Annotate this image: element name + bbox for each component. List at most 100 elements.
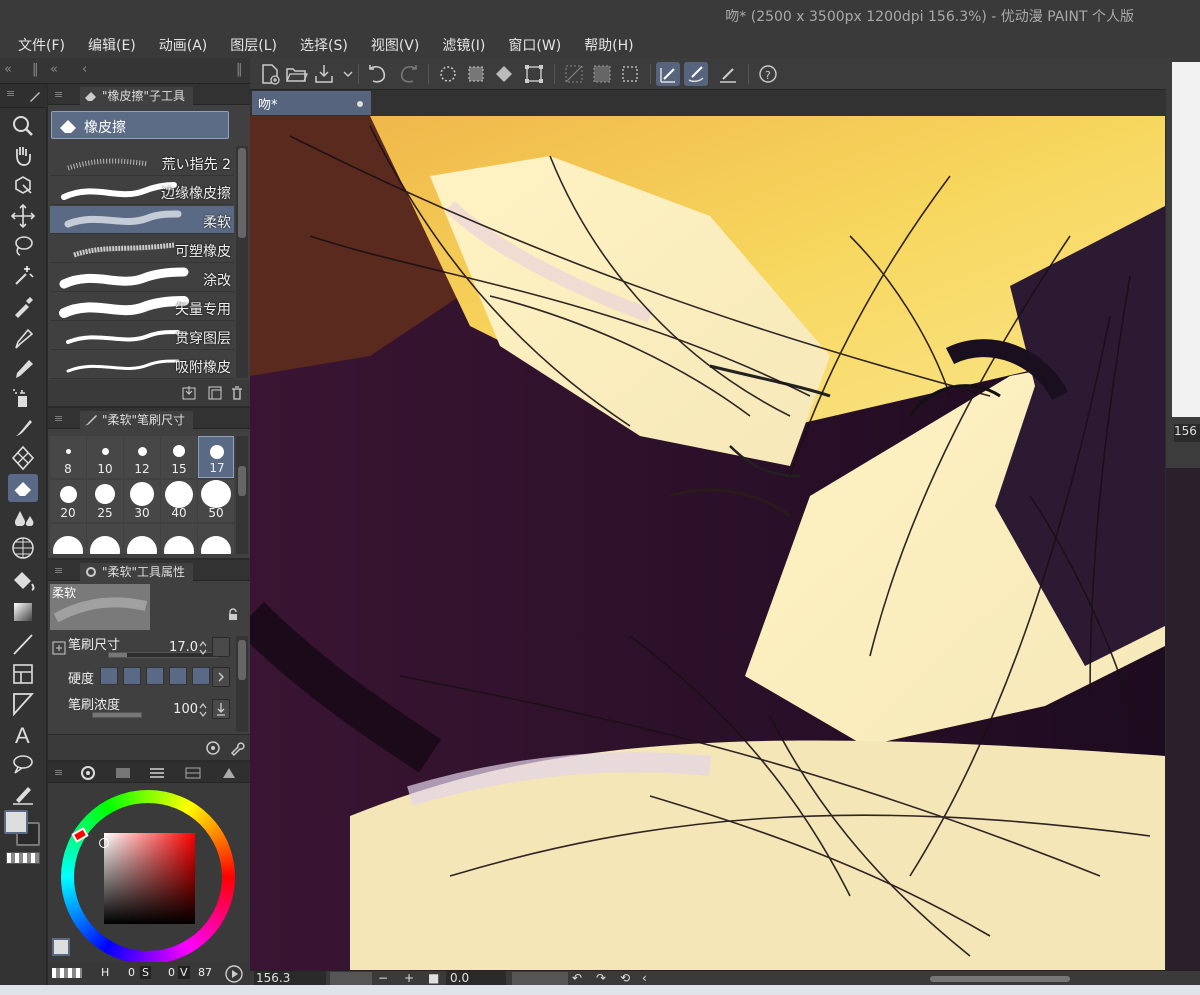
color-slider-tab-icon[interactable] xyxy=(148,765,166,781)
chevron-left-icon[interactable]: ‹ xyxy=(82,62,87,77)
brush-size-40[interactable]: 40 xyxy=(161,480,197,522)
rotation-value[interactable]: 0.0 xyxy=(446,971,506,985)
chevron-left-icon[interactable]: ‹ xyxy=(642,971,647,985)
subtool-item-erase-all-layers[interactable]: 贯穿图层 xyxy=(50,322,234,350)
expand-icon[interactable] xyxy=(52,641,66,655)
fill-tool-icon[interactable] xyxy=(8,568,38,596)
collapse-left-icon[interactable]: « xyxy=(4,62,12,77)
zoom-tool-icon[interactable] xyxy=(8,112,38,140)
color-picker-cursor[interactable] xyxy=(99,838,109,848)
open-folder-icon[interactable] xyxy=(284,62,308,86)
settings-icon[interactable] xyxy=(204,739,222,757)
redo-icon[interactable] xyxy=(396,62,420,86)
reset-rotation-icon[interactable]: ⟲ xyxy=(620,971,630,985)
brush-size-15[interactable]: 15 xyxy=(161,436,197,478)
tool-property-scrollbar[interactable] xyxy=(236,636,248,732)
text-tool-icon[interactable]: A xyxy=(8,720,38,748)
main-color-swatch[interactable] xyxy=(4,810,28,834)
zoom-out-icon[interactable]: − xyxy=(378,971,388,985)
pencil-tool-icon[interactable] xyxy=(8,354,38,382)
undo-icon[interactable] xyxy=(366,62,390,86)
rotate-left-icon[interactable]: ↶ xyxy=(572,971,582,985)
close-icon[interactable] xyxy=(357,101,363,107)
copy-subtool-icon[interactable] xyxy=(180,384,198,402)
spinner-icon[interactable] xyxy=(198,701,208,719)
move-tool-icon[interactable] xyxy=(8,202,38,230)
deselect-icon[interactable] xyxy=(562,62,586,86)
brush-tool-icon[interactable] xyxy=(8,414,38,442)
canvas[interactable] xyxy=(250,116,1165,970)
subtool-item-rough[interactable]: 涂改 xyxy=(50,264,234,292)
spinner-icon[interactable] xyxy=(198,639,208,657)
subtool-item-vector-eraser[interactable]: 矢量专用 xyxy=(50,293,234,321)
brush-size-30[interactable]: 30 xyxy=(124,480,160,522)
brush-size-25[interactable]: 25 xyxy=(87,480,123,522)
navigator-zoom[interactable]: 156 xyxy=(1174,424,1200,442)
menu-file[interactable]: 文件(F) xyxy=(14,30,77,58)
zoom-value[interactable]: 156.3 xyxy=(254,971,326,985)
decoration-tool-icon[interactable] xyxy=(8,444,38,472)
brush-size-8[interactable]: 8 xyxy=(50,436,86,478)
brush-size-17[interactable]: 17 xyxy=(198,436,234,478)
transform-icon[interactable] xyxy=(522,62,546,86)
menu-select[interactable]: 选择(S) xyxy=(296,30,360,58)
intermediate-color-tab-icon[interactable] xyxy=(184,765,202,781)
main-color-mini[interactable] xyxy=(52,938,70,956)
eraser-tool-icon[interactable] xyxy=(8,474,38,502)
lasso-tool-icon[interactable] xyxy=(8,232,38,260)
magic-wand-icon[interactable] xyxy=(8,262,38,290)
save-icon[interactable] xyxy=(312,62,336,86)
fit-icon[interactable]: ■ xyxy=(428,971,439,985)
zoom-slider[interactable] xyxy=(330,972,372,985)
menu-window[interactable]: 窗口(W) xyxy=(504,30,573,58)
invert-selection-icon[interactable] xyxy=(590,62,614,86)
collapse-panels-icon[interactable]: « xyxy=(50,62,58,77)
balloon-tool-icon[interactable] xyxy=(8,750,38,778)
brush-size-50[interactable]: 50 xyxy=(198,480,234,522)
menu-animation[interactable]: 动画(A) xyxy=(155,30,220,58)
menu-help[interactable]: 帮助(H) xyxy=(580,30,645,58)
help-icon[interactable]: ? xyxy=(756,62,780,86)
snap-special-ruler-icon[interactable] xyxy=(684,62,708,86)
chevron-right-icon[interactable] xyxy=(212,667,230,687)
subtool-scrollbar[interactable] xyxy=(236,146,248,378)
menu-edit[interactable]: 编辑(E) xyxy=(84,30,148,58)
download-icon[interactable] xyxy=(212,699,230,719)
subtool-group-eraser[interactable]: 橡皮擦 xyxy=(51,111,229,139)
brush-density-slider[interactable] xyxy=(92,712,142,718)
navigator-preview[interactable] xyxy=(1172,62,1200,417)
subtool-item-rough-finger[interactable]: 荒い指先 2 xyxy=(50,148,234,176)
line-tool-icon[interactable] xyxy=(8,630,38,658)
hand-tool-icon[interactable] xyxy=(8,142,38,170)
subtool-item-snap-eraser[interactable]: 吸附橡皮 xyxy=(50,351,234,379)
snap-ruler-icon[interactable] xyxy=(656,62,680,86)
ruler-tool-icon[interactable] xyxy=(8,690,38,718)
clear-icon[interactable] xyxy=(436,62,460,86)
subtool-item-kneaded-eraser[interactable]: 可塑橡皮 xyxy=(50,235,234,263)
play-icon[interactable] xyxy=(224,964,244,984)
brush-size-value[interactable]: 17.0 xyxy=(158,640,198,655)
subtool-item-edge-eraser[interactable]: 边缘橡皮擦 xyxy=(50,177,234,205)
menu-layer[interactable]: 图层(L) xyxy=(226,30,289,58)
rotation-slider[interactable] xyxy=(512,972,568,985)
brush-size-panel-tab[interactable]: "柔软"笔刷尺寸 xyxy=(80,411,194,429)
subtool-item-soft[interactable]: 柔软 xyxy=(50,206,234,234)
chevron-down-icon[interactable] xyxy=(336,62,353,86)
blend-tool-icon[interactable] xyxy=(8,504,38,532)
clear-outside-icon[interactable] xyxy=(464,62,488,86)
delete-icon[interactable] xyxy=(228,384,246,402)
horizontal-scrollbar[interactable] xyxy=(930,976,1070,982)
new-file-icon[interactable] xyxy=(258,62,282,86)
menu-view[interactable]: 视图(V) xyxy=(367,30,432,58)
brush-size-10[interactable]: 10 xyxy=(87,436,123,478)
saturation-value-square[interactable] xyxy=(104,833,195,924)
menu-filter[interactable]: 滤镜(I) xyxy=(438,30,497,58)
tool-property-panel-tab[interactable]: "柔软"工具属性 xyxy=(80,563,194,581)
pen-tool-icon[interactable] xyxy=(8,324,38,352)
correct-line-tool-icon[interactable] xyxy=(8,780,38,808)
color-wheel-tab-icon[interactable] xyxy=(80,765,96,781)
subtool-panel-tab[interactable]: "橡皮擦"子工具 xyxy=(80,87,194,105)
lock-icon[interactable] xyxy=(226,608,240,622)
frame-tool-icon[interactable] xyxy=(8,660,38,688)
brush-size-12[interactable]: 12 xyxy=(124,436,160,478)
